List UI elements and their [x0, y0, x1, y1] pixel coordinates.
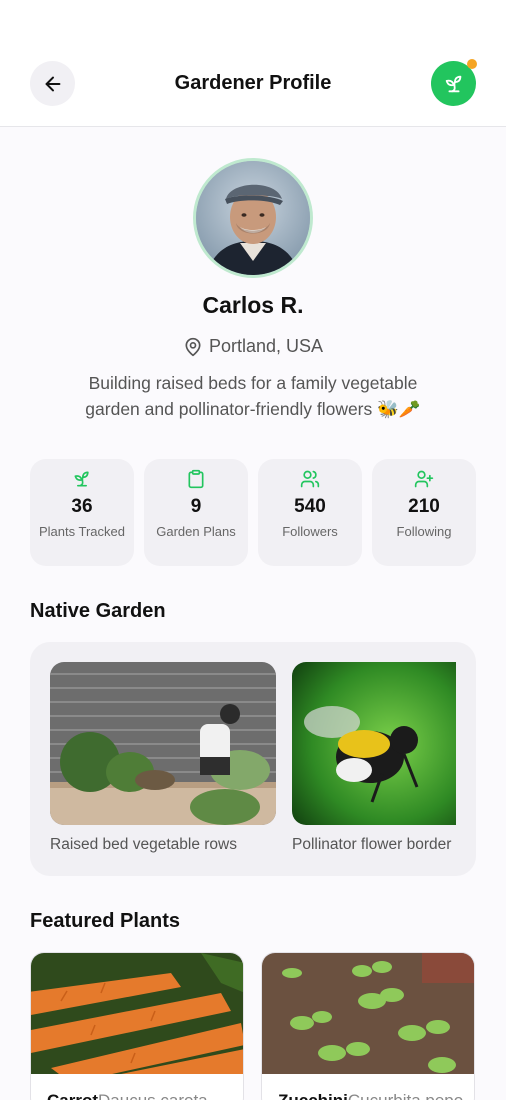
stat-label: Plants Tracked	[39, 524, 125, 539]
garden-photo-card[interactable]: Raised bed vegetable rows	[50, 662, 276, 854]
location-text: Portland, USA	[208, 336, 324, 356]
stat-plants-tracked[interactable]: 36 Plants Tracked	[30, 459, 134, 566]
native-garden-carousel[interactable]: Raised bed vegetable rows Pollinator flo…	[30, 642, 476, 876]
stat-label: Following	[396, 524, 452, 539]
plant-name: ZucchiniCucurbita pepo	[278, 1091, 463, 1100]
stat-followers[interactable]: 540 Followers	[258, 459, 362, 566]
garden-photo-caption: Pollinator flower border	[292, 836, 452, 853]
map-pin-icon	[185, 337, 201, 356]
avatar	[193, 158, 313, 278]
sprout-icon	[445, 75, 461, 92]
plant-common-name: Carrot	[47, 1091, 98, 1100]
stat-following[interactable]: 210 Following	[372, 459, 476, 566]
stat-label: Followers	[282, 524, 338, 539]
plant-common-name: Zucchini	[278, 1091, 348, 1100]
stats-row: 36 Plants Tracked 9 Garden Plans 540 Fol…	[30, 459, 476, 566]
stat-label: Garden Plans	[156, 524, 236, 539]
avatar-photo	[196, 161, 310, 275]
plant-scientific-name: Daucus carota	[98, 1091, 208, 1100]
garden-photo-card[interactable]: Pollinator flower border	[292, 662, 456, 854]
plant-photo	[262, 953, 474, 1074]
garden-photo-caption: Raised bed vegetable rows	[50, 836, 237, 853]
stat-garden-plans[interactable]: 9 Garden Plans	[144, 459, 248, 566]
native-garden-title: Native Garden	[30, 600, 166, 622]
stat-value: 36	[71, 496, 93, 517]
stat-value: 540	[294, 496, 326, 517]
plant-scientific-name: Cucurbita pepo	[348, 1091, 463, 1100]
clipboard-icon	[188, 469, 204, 489]
profile-name: Carlos R.	[202, 292, 304, 318]
plant-photo	[31, 953, 243, 1074]
sprout-icon	[74, 471, 89, 487]
stat-value: 210	[408, 496, 440, 517]
users-icon	[300, 470, 320, 488]
stat-value: 9	[190, 496, 202, 517]
profile-location: Portland, USA	[0, 336, 506, 357]
plant-name: CarrotDaucus carota	[47, 1091, 208, 1100]
app-header: Gardener Profile	[0, 0, 506, 127]
garden-photo	[50, 662, 276, 825]
plant-card-carrot[interactable]: CarrotDaucus carota	[30, 952, 244, 1100]
profile-bio: Building raised beds for a family vegeta…	[85, 373, 421, 419]
plant-card-zucchini[interactable]: ZucchiniCucurbita pepo	[261, 952, 475, 1100]
user-plus-icon	[414, 470, 434, 488]
notification-dot	[467, 59, 477, 69]
featured-plants-title: Featured Plants	[30, 910, 181, 932]
garden-photo	[292, 662, 456, 825]
